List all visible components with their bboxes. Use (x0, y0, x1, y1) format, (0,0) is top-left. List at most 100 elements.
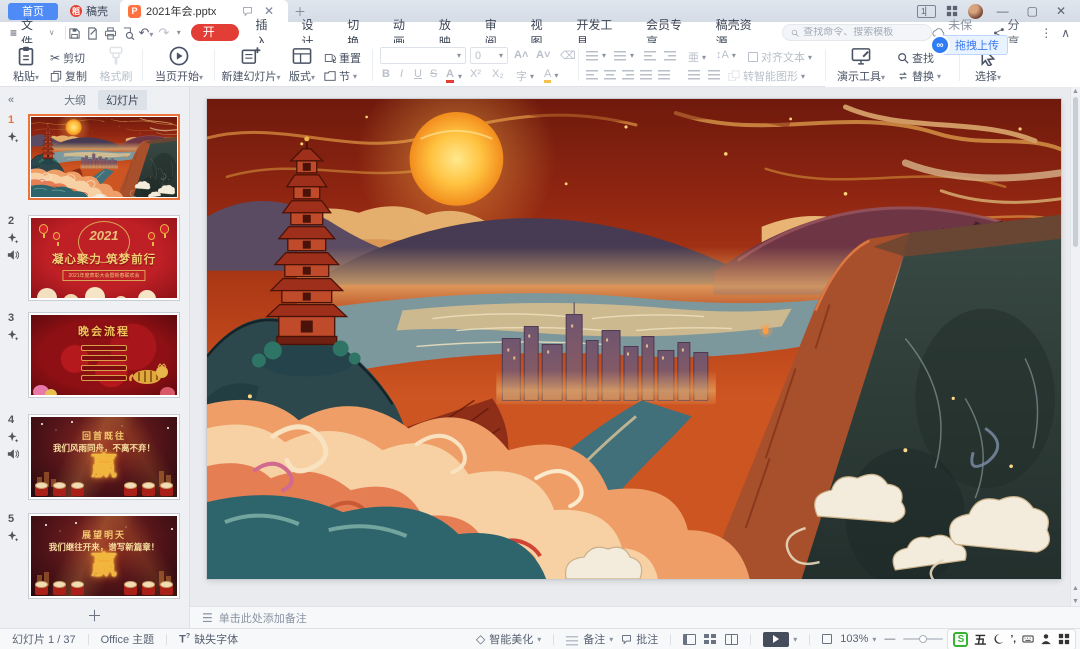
spacing-loose-icon[interactable] (708, 68, 721, 80)
zoom-slider[interactable] (899, 638, 947, 640)
slideshow-button[interactable]: ▾ (759, 632, 801, 647)
audio-icon (7, 249, 19, 261)
line-spacing-icon[interactable]: ↕A▾ (716, 49, 736, 61)
missing-font-button[interactable]: T? 缺失字体 (175, 631, 242, 647)
reading-view-button[interactable] (721, 634, 742, 645)
punctuation-mode-icon[interactable]: ’, (1010, 634, 1016, 645)
layout-button[interactable]: 版式▾ (284, 43, 320, 84)
add-slide-button[interactable]: ＋ (0, 605, 189, 626)
justify-icon[interactable] (640, 68, 653, 80)
menu-item-home[interactable]: 开始 (191, 24, 239, 41)
bold-icon[interactable]: B (382, 68, 390, 80)
text-direction-icon[interactable]: 亜▾ (688, 49, 706, 65)
slide-thumbnail-5[interactable]: 展望明天 我们继往开来，谱写新篇章！ 赢 (28, 513, 180, 599)
font-color-caret[interactable]: ▾ (458, 72, 462, 81)
slide-thumbnail-3[interactable]: 晚会流程 (28, 312, 180, 398)
slide-thumbnail-4[interactable]: 回首既往 我们风雨同舟，不离不弃！ 赢 (28, 414, 180, 500)
presentation-tools-button[interactable]: 演示工具▾ (835, 43, 887, 84)
font-name-combobox[interactable]: ▾ (380, 47, 466, 64)
redo-button[interactable]: ↷ (155, 25, 173, 41)
font-color-icon[interactable]: A (446, 68, 454, 83)
slide-sorter-button[interactable] (700, 634, 721, 644)
tab-outline[interactable]: 大纲 (56, 90, 94, 110)
increase-indent-icon[interactable] (664, 49, 677, 61)
export-button[interactable] (83, 25, 101, 39)
keyboard-icon[interactable] (1022, 633, 1034, 645)
new-slide-button[interactable]: 新建幻灯片▾ (220, 43, 282, 84)
paste-button[interactable]: 粘贴▾ (8, 43, 44, 84)
text-effects-icon[interactable]: 字▾ (516, 68, 534, 84)
slide-thumbnail-1[interactable] (28, 114, 180, 200)
person-icon[interactable] (1040, 633, 1052, 645)
theme-name[interactable]: Office 主题 (97, 631, 159, 647)
strikethrough-icon[interactable]: S (430, 68, 437, 80)
moon-icon[interactable] (992, 633, 1004, 645)
slide-thumbnail-2[interactable]: 2021 凝心聚力 筑梦前行 2021年度表彰大会暨新春联欢会 (28, 215, 180, 301)
notes-bar[interactable]: ☰ 单击此处添加备注 (190, 606, 1080, 628)
slide-canvas[interactable] (207, 99, 1061, 579)
save-button[interactable] (66, 25, 84, 39)
wubi-mode-icon[interactable]: 五 (974, 631, 986, 648)
zoom-out-button[interactable]: — (880, 633, 899, 645)
scroll-up-icon[interactable]: ▲ (1071, 88, 1080, 95)
search-input[interactable] (803, 27, 923, 38)
play-from-current-button[interactable]: 当页开始▾ (150, 43, 208, 84)
underline-icon[interactable]: U (414, 68, 422, 80)
align-left-icon[interactable] (586, 68, 599, 80)
print-button[interactable] (101, 25, 119, 39)
collapse-panel-icon[interactable]: « (0, 94, 14, 106)
font-size-combobox[interactable]: 0▾ (470, 47, 508, 64)
fit-slide-button[interactable] (818, 634, 836, 644)
tab-slides[interactable]: 幻灯片 (98, 90, 147, 110)
next-slide-icon[interactable]: ▼ (1071, 598, 1080, 605)
slide3-title: 晚会流程 (31, 323, 177, 339)
collapse-ribbon-icon[interactable]: ∧ (1061, 26, 1070, 40)
slide-panel: « 大纲 幻灯片 1 2 2021 凝心聚力 筑梦前行 (0, 87, 190, 628)
vertical-scrollbar[interactable]: ▲ ▲ ▼ (1070, 87, 1080, 606)
smart-beautify-button[interactable]: ◇ 智能美化▾ (472, 631, 545, 647)
prev-slide-icon[interactable]: ▲ (1071, 585, 1080, 592)
tab-docer[interactable]: 稻 稿壳 (58, 0, 120, 22)
superscript-icon[interactable]: X² (470, 68, 481, 80)
replace-button[interactable]: 替换▾ (897, 68, 941, 84)
distribute-icon[interactable] (658, 68, 671, 80)
reset-button[interactable]: 重置 (324, 50, 361, 66)
cut-button[interactable]: ✂剪切 (50, 50, 85, 66)
drag-upload-tooltip[interactable]: ∞ 拖拽上传 (940, 35, 1008, 55)
numbering-icon[interactable]: ▾ (614, 49, 634, 61)
notes-toggle-button[interactable]: 备注▾ (562, 631, 617, 647)
subscript-icon[interactable]: X₂ (492, 68, 504, 80)
slide2-title: 凝心聚力 筑梦前行 (31, 251, 177, 267)
sogou-logo-icon[interactable]: S (953, 632, 968, 647)
normal-view-button[interactable] (679, 634, 700, 645)
decrease-indent-icon[interactable] (644, 49, 657, 61)
smart-graphic-button[interactable]: 转智能图形▾ (728, 68, 805, 84)
lantern-icon (148, 232, 155, 240)
drum-decoration (142, 584, 155, 595)
scrollbar-thumb[interactable] (1073, 97, 1078, 247)
quickbar-more-icon[interactable]: ▾ (177, 28, 181, 37)
section-button[interactable]: 节▾ (324, 68, 357, 84)
undo-button[interactable]: ↶▾ (137, 25, 155, 41)
comments-button[interactable]: 批注 (617, 631, 662, 647)
more-menu-icon[interactable]: ⋮ (1040, 26, 1052, 40)
decrease-font-icon[interactable]: A˅ (536, 49, 550, 61)
spacing-tight-icon[interactable] (688, 68, 701, 80)
align-right-icon[interactable] (622, 68, 635, 80)
highlight-icon[interactable]: A▾ (544, 68, 558, 83)
print-preview-button[interactable] (119, 25, 137, 39)
bullets-icon[interactable]: ▾ (586, 49, 606, 61)
copy-button[interactable]: 复制 (50, 68, 87, 84)
zoom-level[interactable]: 103%▾ (836, 633, 880, 645)
find-button[interactable]: 查找 (897, 50, 934, 66)
command-search-box[interactable] (782, 24, 932, 41)
ime-grid-icon[interactable] (1058, 633, 1070, 645)
editing-canvas: ▲ ▲ ▼ (190, 87, 1080, 606)
align-text-button[interactable]: 对齐文本▾ (748, 49, 812, 65)
clear-format-icon[interactable]: ⌫ (560, 49, 576, 62)
italic-icon[interactable]: I (400, 68, 403, 80)
format-painter-button[interactable]: 格式刷 (96, 43, 136, 84)
align-center-icon[interactable] (604, 68, 617, 80)
increase-font-icon[interactable]: A˄ (514, 49, 528, 61)
audio-icon (7, 448, 19, 460)
